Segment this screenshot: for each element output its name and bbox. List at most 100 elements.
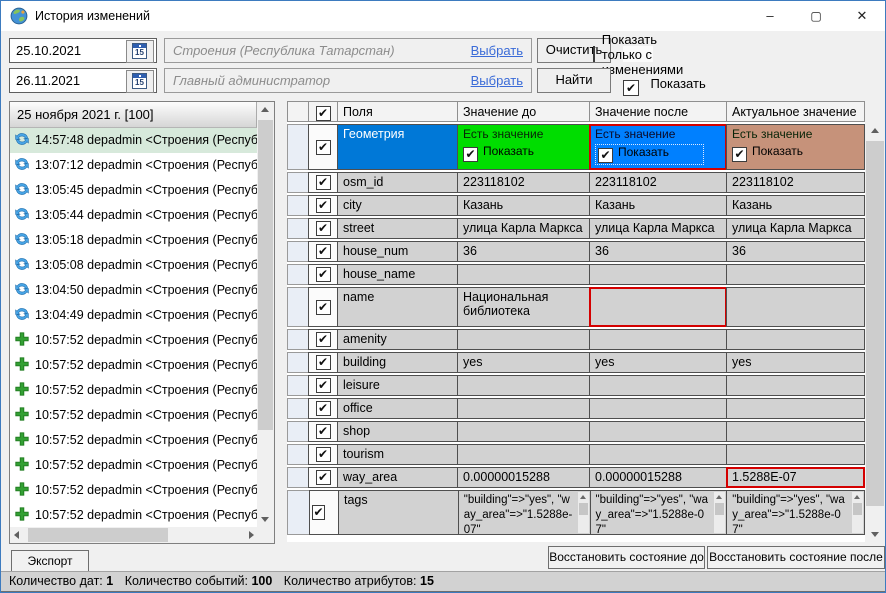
row-checkbox[interactable] [316, 470, 331, 485]
event-list-item[interactable]: 10:57:52 depadmin <Строения (Республика … [10, 328, 257, 353]
value-before-cell[interactable] [457, 329, 590, 350]
events-group-header[interactable]: 25 ноября 2021 г. [100] [10, 102, 257, 128]
scroll-down-icon[interactable] [867, 526, 883, 542]
row-checkbox[interactable] [316, 332, 331, 347]
field-name-cell[interactable]: osm_id [337, 172, 458, 193]
row-select-cell[interactable] [308, 172, 338, 193]
value-before-cell[interactable] [457, 444, 590, 465]
value-actual-cell[interactable]: улица Карла Маркса [726, 218, 865, 239]
field-name-cell[interactable]: tags [338, 490, 459, 535]
value-after-cell[interactable]: "building"=>"yes", "way_area"=>"1.5288e-… [590, 490, 728, 535]
field-name-cell[interactable]: house_num [337, 241, 458, 262]
restore-after-button[interactable]: Восстановить состояние после [707, 546, 885, 569]
value-actual-cell[interactable]: 223118102 [726, 172, 865, 193]
value-before-cell[interactable]: 0.00000015288 [457, 467, 590, 488]
value-after-cell[interactable] [589, 287, 727, 327]
geometry-field-cell[interactable]: Геометрия [337, 124, 458, 170]
value-actual-cell[interactable] [726, 287, 865, 327]
table-row-house_num[interactable]: house_num363636 [287, 241, 865, 262]
select-all-checkbox[interactable] [316, 106, 331, 121]
row-checkbox[interactable] [316, 401, 331, 416]
value-after-cell[interactable]: Казань [589, 195, 727, 216]
value-actual-cell[interactable]: "building"=>"yes", "way_area"=>"1.5288e-… [726, 490, 865, 535]
value-before-cell[interactable]: Национальная библиотека [457, 287, 590, 327]
value-after-cell[interactable] [589, 444, 727, 465]
value-after-cell[interactable] [589, 421, 727, 442]
field-name-cell[interactable]: tourism [337, 444, 458, 465]
header-actual-value[interactable]: Актуальное значение [726, 101, 865, 122]
value-before-cell[interactable] [457, 398, 590, 419]
value-after-cell[interactable]: 0.00000015288 [589, 467, 727, 488]
date-to-input[interactable]: 26.11.2021 [16, 73, 80, 88]
show-geometry-checkbox[interactable] [463, 147, 478, 162]
layer-select-link[interactable]: Выбрать [471, 43, 523, 58]
value-after-cell[interactable] [589, 398, 727, 419]
only-changes-checkbox[interactable] [593, 46, 595, 62]
value-actual-cell[interactable] [726, 421, 865, 442]
event-list-item[interactable]: 14:57:48 depadmin <Строения (Республика … [10, 128, 257, 153]
scroll-up-icon[interactable] [257, 102, 273, 118]
field-name-cell[interactable]: street [337, 218, 458, 239]
value-after-cell[interactable]: улица Карла Маркса [589, 218, 727, 239]
table-row-office[interactable]: office [287, 398, 865, 419]
clear-button[interactable]: Очистить [537, 38, 611, 63]
event-list-item[interactable]: 13:05:45 depadmin <Строения (Республика … [10, 178, 257, 203]
table-row-street[interactable]: streetулица Карла Марксаулица Карла Марк… [287, 218, 865, 239]
table-row-geometry[interactable]: ✔ Геометрия Есть значение Показать Есть … [287, 124, 865, 170]
value-actual-cell[interactable] [726, 444, 865, 465]
value-after-cell[interactable]: yes [589, 352, 727, 373]
row-select-cell[interactable] [308, 421, 338, 442]
table-row-city[interactable]: cityКазаньКазаньКазань [287, 195, 865, 216]
value-before-cell[interactable]: "building"=>"yes", "way_area"=>"1.5288e-… [458, 490, 591, 535]
field-name-cell[interactable]: amenity [337, 329, 458, 350]
scroll-up-icon[interactable] [867, 123, 883, 139]
value-before-cell[interactable] [457, 375, 590, 396]
value-before-cell[interactable]: Казань [457, 195, 590, 216]
field-name-cell[interactable]: way_area [337, 467, 458, 488]
row-select-cell[interactable] [308, 444, 338, 465]
value-actual-cell[interactable]: 1.5288E-07 [726, 467, 865, 488]
table-row-name[interactable]: nameНациональная библиотека [287, 287, 865, 327]
scroll-thumb[interactable] [258, 120, 273, 430]
event-list-item[interactable]: 10:57:52 depadmin <Строения (Республика … [10, 428, 257, 453]
header-value-before[interactable]: Значение до [457, 101, 590, 122]
event-list-item[interactable]: 13:04:50 depadmin <Строения (Республика … [10, 278, 257, 303]
date-from-input[interactable]: 25.10.2021 [16, 43, 81, 58]
value-before-cell[interactable]: 223118102 [457, 172, 590, 193]
value-before-cell[interactable] [457, 264, 590, 285]
field-name-cell[interactable]: shop [337, 421, 458, 442]
show-geometry-checkbox[interactable] [598, 148, 613, 163]
date-from-calendar-button[interactable]: 15 [126, 40, 154, 63]
field-name-cell[interactable]: leisure [337, 375, 458, 396]
value-after-cell[interactable] [589, 264, 727, 285]
event-list-item[interactable]: 10:57:52 depadmin <Строения (Республика … [10, 453, 257, 478]
value-after-cell[interactable]: 223118102 [589, 172, 727, 193]
field-name-cell[interactable]: name [337, 287, 458, 327]
row-select-cell[interactable] [308, 398, 338, 419]
minimize-button[interactable]: – [747, 1, 793, 31]
value-after-cell[interactable] [589, 329, 727, 350]
row-select-cell[interactable] [308, 218, 338, 239]
value-actual-cell[interactable]: Казань [726, 195, 865, 216]
row-select-cell[interactable] [308, 241, 338, 262]
row-select-cell[interactable] [308, 352, 338, 373]
row-select-cell[interactable] [308, 375, 338, 396]
event-list-item[interactable]: 13:05:44 depadmin <Строения (Республика … [10, 203, 257, 228]
value-actual-cell[interactable] [726, 264, 865, 285]
actual-state-checkbox[interactable] [623, 80, 639, 96]
value-actual-cell[interactable] [726, 375, 865, 396]
value-before-cell[interactable]: улица Карла Маркса [457, 218, 590, 239]
scroll-left-icon[interactable] [10, 527, 26, 543]
header-value-after[interactable]: Значение после [589, 101, 727, 122]
row-select-cell[interactable] [308, 329, 338, 350]
events-horizontal-scrollbar[interactable] [10, 527, 259, 543]
value-actual-cell[interactable]: yes [726, 352, 865, 373]
scroll-down-icon[interactable] [257, 511, 273, 527]
find-button[interactable]: Найти [537, 68, 611, 93]
row-checkbox[interactable] [316, 378, 331, 393]
table-row-osm_id[interactable]: osm_id223118102223118102223118102 [287, 172, 865, 193]
table-row-amenity[interactable]: amenity [287, 329, 865, 350]
row-checkbox[interactable] [316, 175, 331, 190]
row-select-cell[interactable] [308, 467, 338, 488]
user-select-link[interactable]: Выбрать [471, 73, 523, 88]
